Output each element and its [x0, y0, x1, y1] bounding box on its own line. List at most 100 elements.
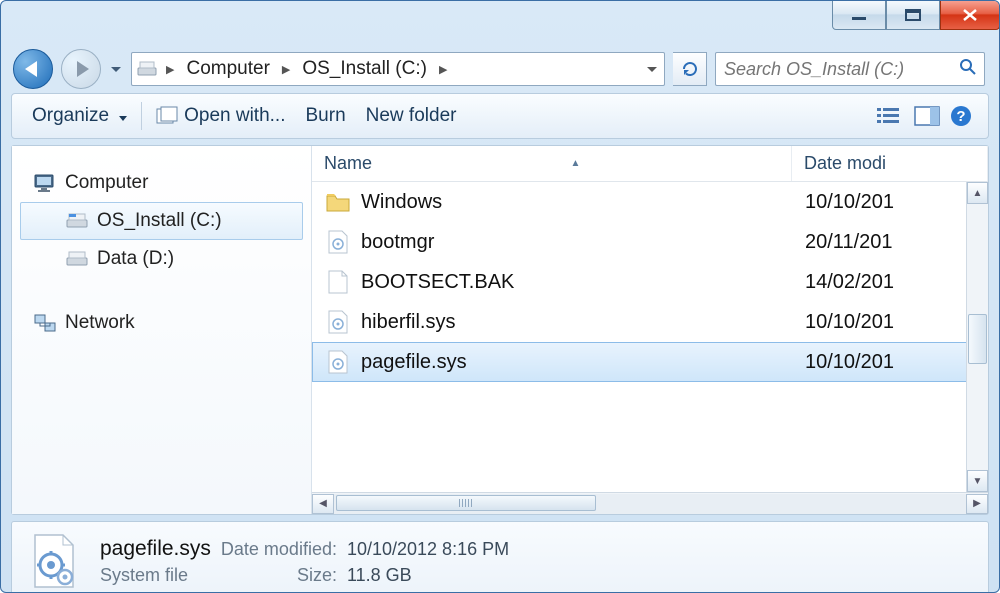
- nav-back-button[interactable]: [13, 49, 53, 89]
- tree-label: OS_Install (C:): [97, 210, 222, 232]
- window-controls: [832, 0, 1000, 30]
- preview-pane-icon: [914, 106, 940, 126]
- details-typedesc: System file: [100, 565, 211, 586]
- scroll-track[interactable]: [967, 204, 988, 470]
- scroll-left-button[interactable]: ◀: [312, 494, 334, 514]
- drive-icon: [136, 58, 158, 80]
- file-row[interactable]: pagefile.sys 10/10/201: [312, 342, 988, 382]
- breadcrumb-sep-icon: ▶: [276, 63, 296, 76]
- burn-label: Burn: [306, 105, 346, 127]
- file-date-cell: 20/11/201: [793, 231, 987, 254]
- search-box[interactable]: [715, 52, 985, 86]
- close-button[interactable]: [940, 0, 1000, 30]
- scroll-thumb[interactable]: [336, 495, 596, 511]
- breadcrumb-drive[interactable]: OS_Install (C:): [296, 54, 433, 84]
- file-date-cell: 14/02/201: [793, 271, 987, 294]
- network-icon: [33, 313, 57, 333]
- file-icon: [325, 269, 351, 295]
- toolbar: Organize Open with... Burn New folder ?: [11, 93, 989, 139]
- computer-icon: [33, 173, 57, 193]
- details-text: pagefile.sys Date modified: 10/10/2012 8…: [100, 537, 509, 586]
- file-name-cell: pagefile.sys: [313, 349, 793, 375]
- file-row[interactable]: bootmgr20/11/201: [312, 222, 988, 262]
- nav-history-dropdown[interactable]: [109, 49, 123, 89]
- content-area: Computer OS_Install (C:) Data (D:) Netwo…: [11, 145, 989, 515]
- file-name-cell: hiberfil.sys: [313, 309, 793, 335]
- open-with-label: Open with...: [184, 105, 285, 127]
- details-size-value: 11.8 GB: [347, 565, 509, 586]
- organize-button[interactable]: Organize: [22, 99, 137, 133]
- column-headers: Name ▲ Date modi: [312, 146, 988, 182]
- details-size-label: Size:: [221, 565, 337, 586]
- file-name: Windows: [361, 191, 442, 214]
- details-datemod-label: Date modified:: [221, 539, 337, 560]
- help-icon: ?: [949, 104, 973, 128]
- burn-button[interactable]: Burn: [296, 99, 356, 133]
- drive-icon: [65, 249, 89, 269]
- tree-item-data-d[interactable]: Data (D:): [20, 240, 303, 278]
- chevron-down-icon: [115, 105, 127, 127]
- file-type-icon: [26, 533, 82, 589]
- file-name-cell: bootmgr: [313, 229, 793, 255]
- column-label: Date modi: [804, 153, 886, 174]
- tree-item-os-install[interactable]: OS_Install (C:): [20, 202, 303, 240]
- new-folder-button[interactable]: New folder: [356, 99, 467, 133]
- file-name-cell: BOOTSECT.BAK: [313, 269, 793, 295]
- maximize-button[interactable]: [886, 0, 940, 30]
- search-icon: [958, 57, 978, 82]
- scroll-down-button[interactable]: ▼: [967, 470, 988, 492]
- scroll-up-button[interactable]: ▲: [967, 182, 988, 204]
- tree-item-computer[interactable]: Computer: [20, 164, 303, 202]
- view-icon: [875, 105, 903, 127]
- tree-label: Computer: [65, 172, 148, 194]
- refresh-button[interactable]: [673, 52, 707, 86]
- scroll-thumb[interactable]: [968, 314, 987, 364]
- file-date-cell: 10/10/201: [793, 311, 987, 334]
- sort-indicator-icon: ▲: [571, 158, 581, 169]
- breadcrumb-sep-icon: ▶: [160, 63, 180, 76]
- file-row[interactable]: Windows 10/10/201: [312, 182, 988, 222]
- scroll-right-button[interactable]: ▶: [966, 494, 988, 514]
- file-date-cell: 10/10/201: [793, 191, 987, 214]
- tree-label: Data (D:): [97, 248, 174, 270]
- file-date-cell: 10/10/201: [793, 351, 987, 374]
- file-list-pane: Name ▲ Date modi Windows10/10/201bootmgr…: [312, 146, 988, 514]
- nav-forward-button[interactable]: [61, 49, 101, 89]
- organize-label: Organize: [32, 105, 109, 127]
- view-button[interactable]: [874, 104, 910, 128]
- open-with-button[interactable]: Open with...: [146, 99, 295, 133]
- file-name: BOOTSECT.BAK: [361, 271, 514, 294]
- address-bar[interactable]: ▶ Computer ▶ OS_Install (C:) ▶: [131, 52, 665, 86]
- file-icon: [325, 229, 351, 255]
- address-dropdown[interactable]: [642, 67, 662, 72]
- minimize-button[interactable]: [832, 0, 886, 30]
- column-label: Name: [324, 153, 372, 174]
- drive-icon: [65, 211, 89, 231]
- toolbar-separator: [141, 102, 142, 130]
- preview-pane-button[interactable]: [910, 101, 944, 131]
- vertical-scrollbar[interactable]: ▲ ▼: [966, 182, 988, 492]
- breadcrumb-sep-icon: ▶: [433, 63, 453, 76]
- help-button[interactable]: ?: [944, 101, 978, 131]
- file-icon: [325, 309, 351, 335]
- new-folder-label: New folder: [366, 105, 457, 127]
- open-with-icon: [156, 106, 178, 126]
- scroll-track[interactable]: [334, 494, 966, 514]
- navigation-pane[interactable]: Computer OS_Install (C:) Data (D:) Netwo…: [12, 146, 312, 514]
- file-list[interactable]: Windows10/10/201bootmgr20/11/201BOOTSECT…: [312, 182, 988, 492]
- svg-text:?: ?: [956, 108, 965, 125]
- breadcrumb-computer[interactable]: Computer: [180, 54, 275, 84]
- column-header-date[interactable]: Date modi: [792, 146, 988, 181]
- search-input[interactable]: [724, 59, 958, 80]
- address-row: ▶ Computer ▶ OS_Install (C:) ▶: [1, 45, 999, 93]
- file-name: pagefile.sys: [361, 351, 467, 374]
- file-row[interactable]: BOOTSECT.BAK 14/02/201: [312, 262, 988, 302]
- explorer-window: ▶ Computer ▶ OS_Install (C:) ▶ Organize …: [0, 0, 1000, 593]
- horizontal-scrollbar[interactable]: ◀ ▶: [312, 492, 988, 514]
- tree-label: Network: [65, 312, 135, 334]
- details-pane: pagefile.sys Date modified: 10/10/2012 8…: [11, 521, 989, 593]
- file-name-cell: Windows: [313, 189, 793, 215]
- file-row[interactable]: hiberfil.sys10/10/201: [312, 302, 988, 342]
- column-header-name[interactable]: Name ▲: [312, 146, 792, 181]
- tree-item-network[interactable]: Network: [20, 304, 303, 342]
